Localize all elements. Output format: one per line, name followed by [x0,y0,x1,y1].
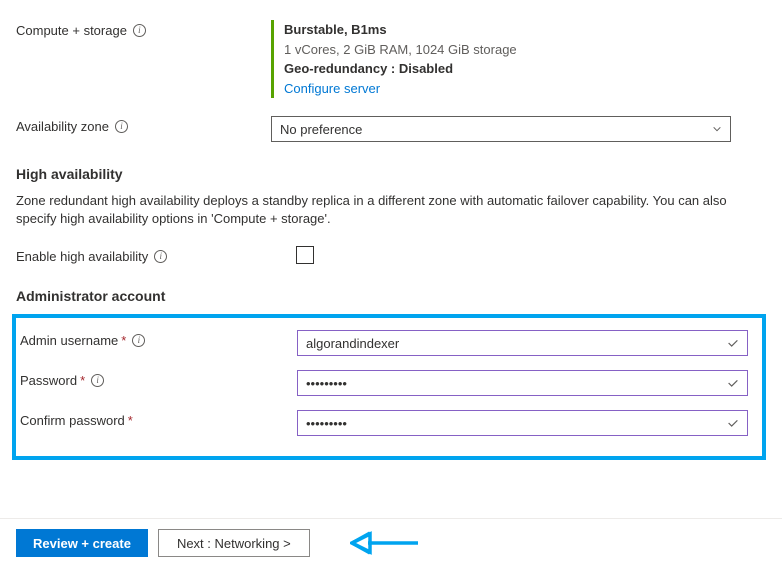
compute-storage-summary: Burstable, B1ms 1 vCores, 2 GiB RAM, 102… [271,20,731,98]
info-icon[interactable]: i [133,24,146,37]
availability-zone-select[interactable]: No preference [271,116,731,142]
compute-specs: 1 vCores, 2 GiB RAM, 1024 GiB storage [284,40,731,60]
wizard-footer: Review + create Next : Networking > [0,518,782,567]
enable-ha-label: Enable high availability i [16,246,296,264]
password-label: Password* i [16,370,297,388]
enable-ha-checkbox[interactable] [296,246,314,264]
password-input[interactable] [297,370,748,396]
highlighted-admin-section: Admin username* i Password* i Confirm pa… [12,314,766,460]
admin-username-label: Admin username* i [16,330,297,348]
confirm-password-input[interactable] [297,410,748,436]
high-availability-header: High availability [16,166,766,182]
compute-storage-label: Compute + storage i [16,20,271,38]
compute-geo: Geo-redundancy : Disabled [284,59,731,79]
info-icon[interactable]: i [154,250,167,263]
check-icon [726,336,740,350]
high-availability-desc: Zone redundant high availability deploys… [16,192,736,228]
availability-zone-label: Availability zone i [16,116,271,134]
configure-server-link[interactable]: Configure server [284,79,731,99]
review-create-button[interactable]: Review + create [16,529,148,557]
info-icon[interactable]: i [91,374,104,387]
admin-account-header: Administrator account [16,288,766,304]
next-networking-button[interactable]: Next : Networking > [158,529,310,557]
chevron-down-icon [712,124,722,134]
check-icon [726,376,740,390]
admin-username-input[interactable] [297,330,748,356]
compute-tier: Burstable, B1ms [284,20,731,40]
confirm-password-label: Confirm password* [16,410,297,428]
arrow-icon [350,529,420,557]
check-icon [726,416,740,430]
info-icon[interactable]: i [132,334,145,347]
info-icon[interactable]: i [115,120,128,133]
